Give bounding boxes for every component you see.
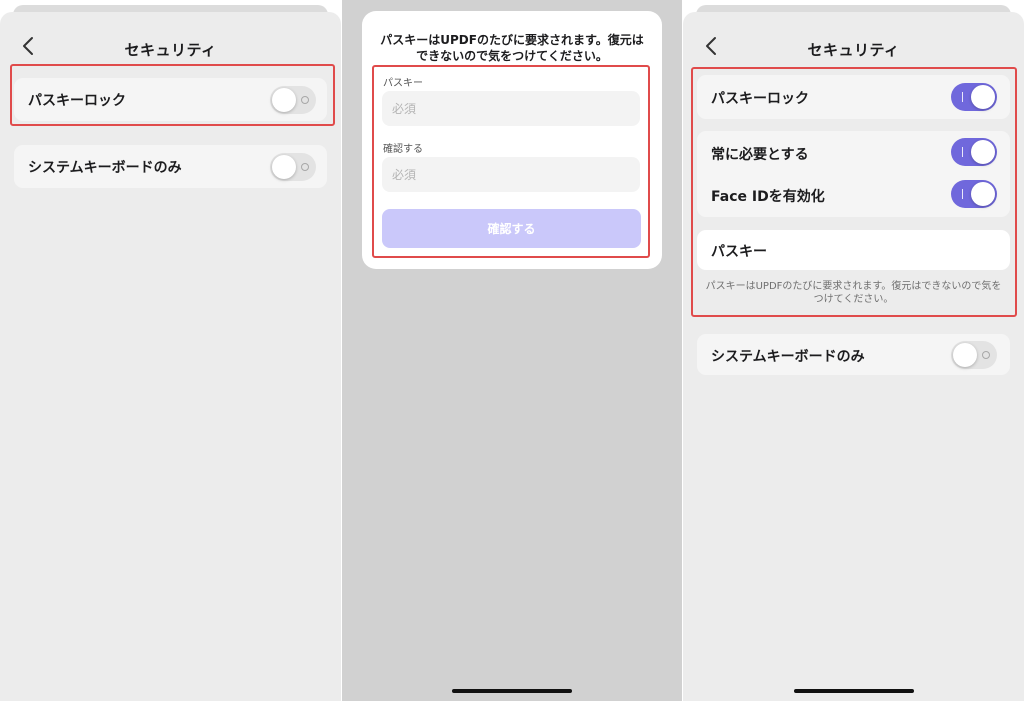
confirm-field-label: 確認する <box>383 144 423 155</box>
passkey-dialog: パスキーはUPDFのたびに要求されます。復元はできないので気をつけてください。 … <box>362 11 662 269</box>
toggle-on-icon <box>962 189 963 199</box>
passkey-lock-row[interactable]: パスキーロック <box>14 78 327 121</box>
toggle-off-icon <box>301 163 309 171</box>
page-title: セキュリティ <box>124 41 217 59</box>
system-keyboard-toggle[interactable] <box>951 341 997 369</box>
face-id-label: Face IDを有効化 <box>711 189 825 205</box>
home-indicator <box>452 689 572 693</box>
passkey-options-group: 常に必要とする Face IDを有効化 <box>697 131 1010 217</box>
passkey-lock-label: パスキーロック <box>711 91 809 107</box>
toggle-off-icon <box>301 96 309 104</box>
toggle-knob <box>953 343 977 367</box>
passkey-item[interactable]: パスキー <box>697 230 1010 270</box>
toggle-on-icon <box>962 92 963 102</box>
always-required-row[interactable]: 常に必要とする <box>697 131 1010 174</box>
system-keyboard-label: システムキーボードのみ <box>28 160 182 176</box>
security-sheet: セキュリティ パスキーロック システムキーボードのみ <box>0 12 341 701</box>
home-indicator <box>793 689 914 693</box>
security-screen-enabled: セキュリティ パスキーロック 常に必要とする Face IDを有効化 パスキー … <box>683 0 1024 701</box>
security-sheet: セキュリティ パスキーロック 常に必要とする Face IDを有効化 パスキー … <box>683 12 1024 701</box>
system-keyboard-toggle[interactable] <box>270 153 316 181</box>
passkey-lock-toggle[interactable] <box>951 83 997 111</box>
dialog-message: パスキーはUPDFのたびに要求されます。復元はできないので気をつけてください。 <box>380 33 644 63</box>
passkey-item-label: パスキー <box>711 244 767 260</box>
toggle-knob <box>272 155 296 179</box>
system-keyboard-row[interactable]: システムキーボードのみ <box>14 145 327 188</box>
always-required-label: 常に必要とする <box>711 147 809 163</box>
passkey-field-label: パスキー <box>383 78 423 89</box>
toggle-knob <box>272 88 296 112</box>
page-title: セキュリティ <box>807 41 900 59</box>
passkey-note: パスキーはUPDFのたびに要求されます。復元はできないので気をつけてください。 <box>705 281 1002 305</box>
passkey-input[interactable] <box>382 91 640 126</box>
system-keyboard-row[interactable]: システムキーボードのみ <box>697 334 1010 375</box>
system-keyboard-label: システムキーボードのみ <box>711 349 865 365</box>
confirm-passkey-input[interactable] <box>382 157 640 192</box>
confirm-button[interactable]: 確認する <box>382 209 641 248</box>
toggle-on-icon <box>962 147 963 157</box>
toggle-knob <box>971 140 995 164</box>
face-id-toggle[interactable] <box>951 180 997 208</box>
passkey-lock-toggle[interactable] <box>270 86 316 114</box>
face-id-row[interactable]: Face IDを有効化 <box>697 174 1010 217</box>
passkey-lock-label: パスキーロック <box>28 93 126 109</box>
toggle-knob <box>971 85 995 109</box>
always-required-toggle[interactable] <box>951 138 997 166</box>
toggle-knob <box>971 182 995 206</box>
security-screen-initial: セキュリティ パスキーロック システムキーボードのみ <box>0 0 341 701</box>
toggle-off-icon <box>982 351 990 359</box>
passkey-dialog-screen: パスキーはUPDFのたびに要求されます。復元はできないので気をつけてください。 … <box>342 0 682 701</box>
passkey-lock-row[interactable]: パスキーロック <box>697 75 1010 119</box>
